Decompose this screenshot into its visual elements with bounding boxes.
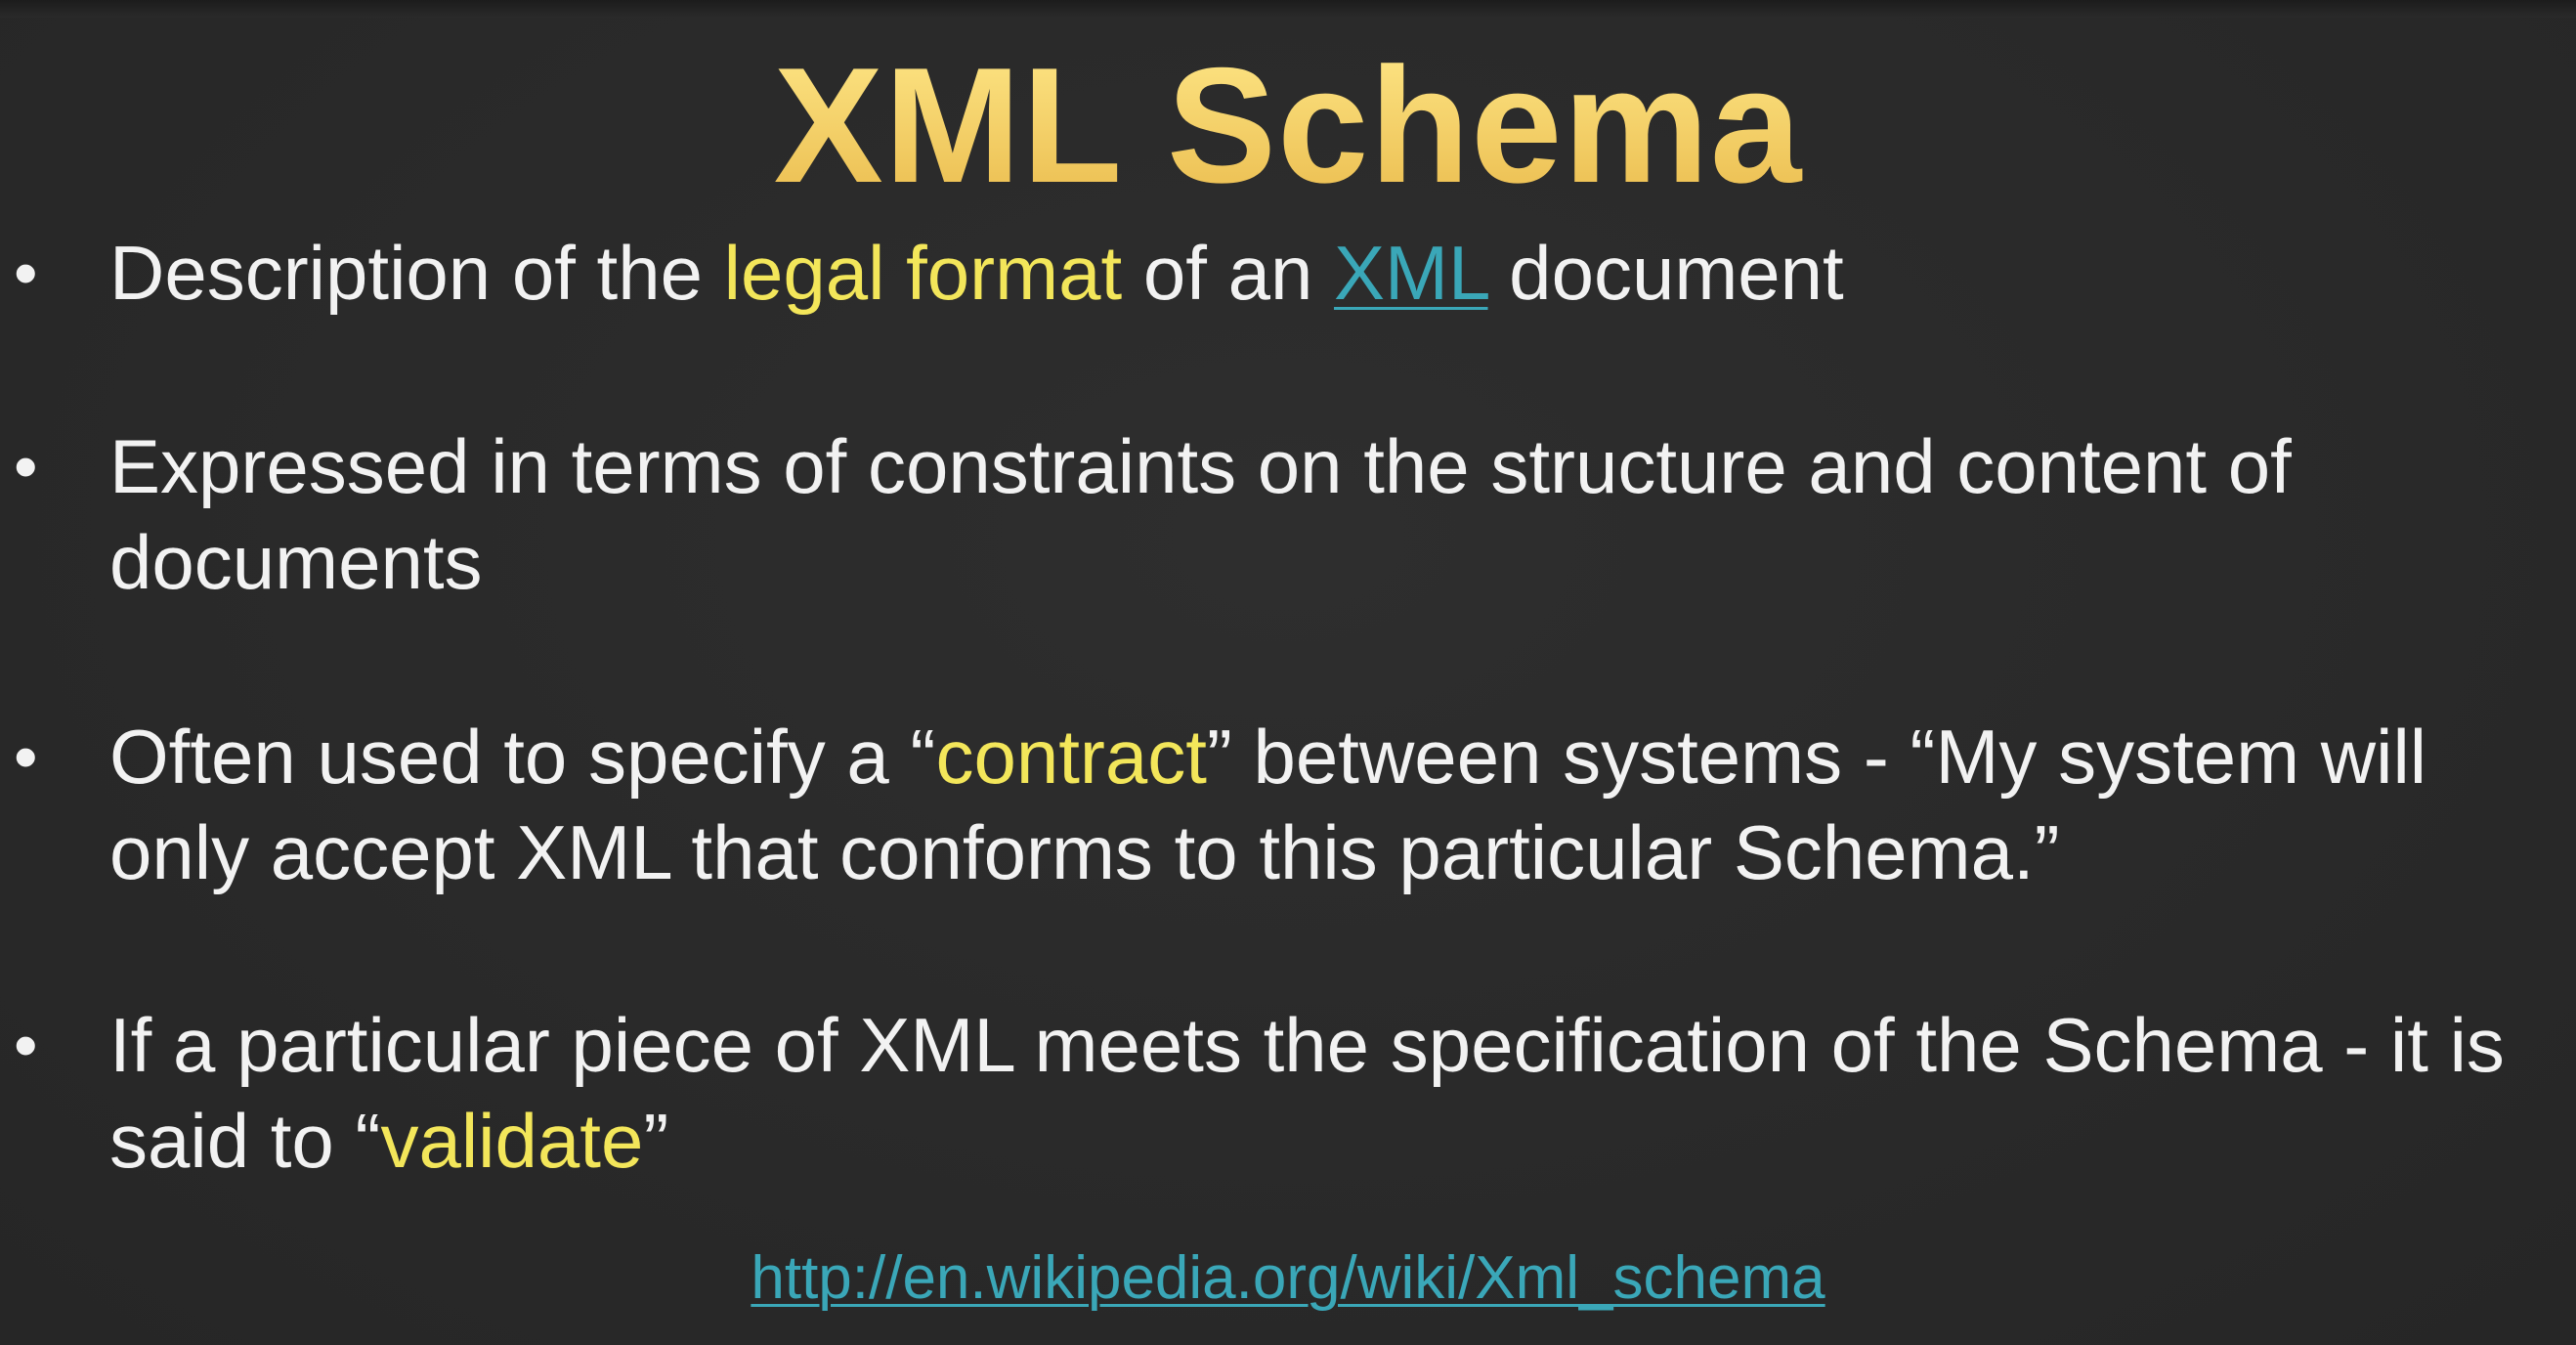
bullet-3-part-1: Often used to specify a “: [109, 714, 936, 800]
slide: XML Schema • Description of the legal fo…: [0, 0, 2576, 1345]
xml-link[interactable]: XML: [1334, 230, 1488, 316]
bullet-4-part-3: ”: [643, 1098, 669, 1184]
bullet-2-part-1: Expressed in terms of constraints on the…: [109, 423, 2292, 605]
bullet-text-2: Expressed in terms of constraints on the…: [109, 418, 2553, 610]
highlight-validate: validate: [380, 1098, 644, 1184]
bullet-text-1: Description of the legal format of an XM…: [109, 225, 2553, 321]
window-top-bar: [0, 0, 2576, 18]
bullet-icon: •: [14, 235, 38, 311]
bullet-icon: •: [14, 428, 38, 504]
bullet-1-part-1: Description of the: [109, 230, 724, 316]
slide-title: XML Schema: [0, 27, 2576, 223]
bullet-icon: •: [14, 1007, 38, 1083]
wikipedia-link[interactable]: http://en.wikipedia.org/wiki/Xml_schema: [0, 1239, 2576, 1318]
bullet-text-4: If a particular piece of XML meets the s…: [109, 997, 2553, 1189]
bullet-text-3: Often used to specify a “contract” betwe…: [109, 709, 2553, 900]
bullet-icon: •: [14, 718, 38, 795]
highlight-legal-format: legal format: [723, 230, 1123, 316]
bullet-1-part-3: of an: [1122, 230, 1335, 316]
bullet-1-part-5: document: [1487, 230, 1844, 316]
highlight-contract: contract: [935, 714, 1207, 800]
